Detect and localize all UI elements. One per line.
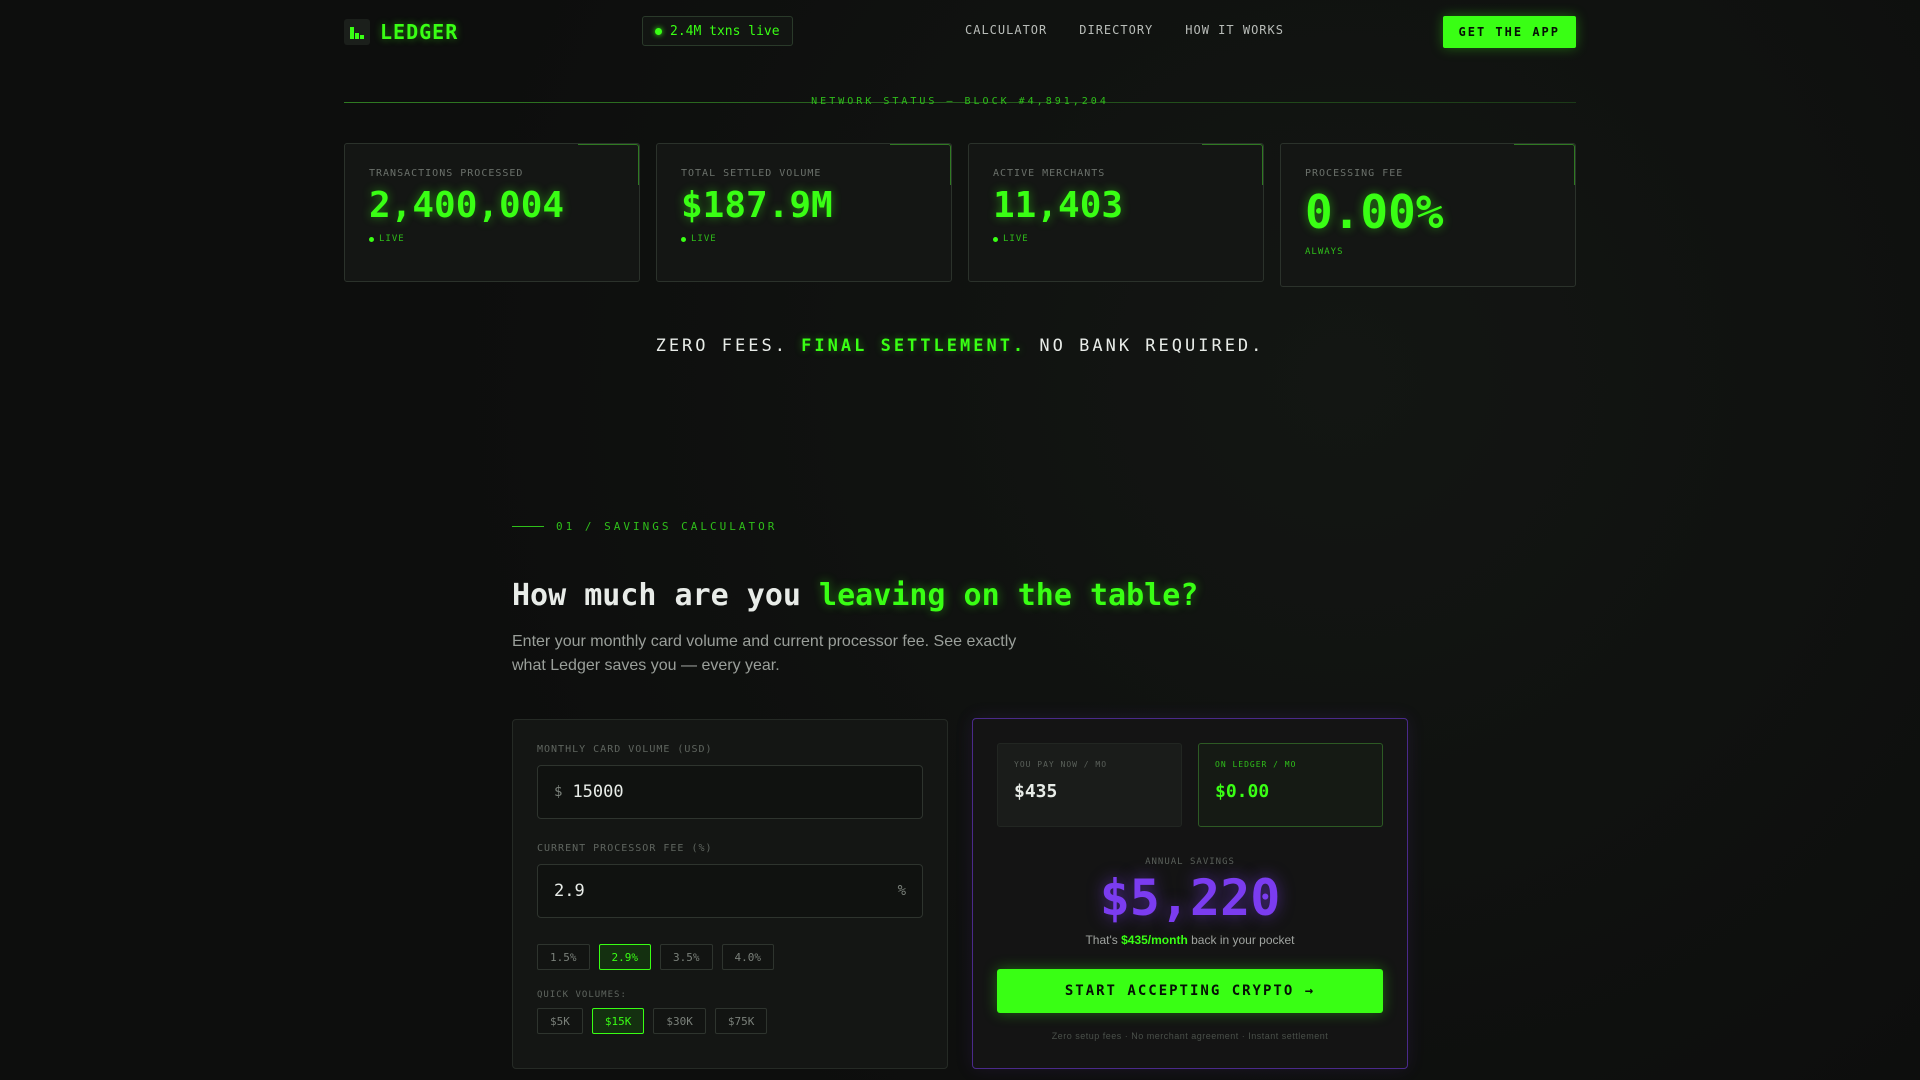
volume-chips: $5K $15K $30K $75K — [537, 1008, 923, 1034]
headline-part-1: How much are you — [512, 578, 820, 613]
stat-status-text: LIVE — [1003, 234, 1029, 244]
stat-status: LIVE — [681, 234, 927, 244]
stat-label: PROCESSING FEE — [1305, 168, 1404, 179]
fee-label: CURRENT PROCESSOR FEE (%) — [537, 843, 713, 854]
section-headline: How much are you leaving on the table? — [512, 578, 1198, 613]
stat-label: TRANSACTIONS PROCESSED — [369, 168, 524, 179]
live-dot-icon — [993, 236, 998, 242]
stats-row: TRANSACTIONS PROCESSED 2,400,004 LIVE TO… — [344, 143, 1576, 287]
results-footnote: Zero setup fees · No merchant agreement … — [1051, 1031, 1329, 1041]
section-eyebrow: 01 / SAVINGS CALCULATOR — [512, 520, 777, 533]
logo-icon — [344, 19, 370, 45]
volume-label: MONTHLY CARD VOLUME (USD) — [537, 744, 713, 755]
nav-link-directory[interactable]: DIRECTORY — [1079, 23, 1153, 37]
ledger-value: $0.00 — [1215, 781, 1270, 802]
stat-value: 11,403 — [993, 185, 1124, 226]
annual-savings-label: ANNUAL SAVINGS — [1145, 857, 1235, 867]
stat-status: ALWAYS — [1305, 247, 1551, 257]
stat-value: 0.00% — [1305, 185, 1444, 239]
annual-savings-value: $5,220 — [1099, 869, 1281, 927]
ledger-label: ON LEDGER / MO — [1215, 760, 1297, 769]
stat-label: ACTIVE MERCHANTS — [993, 168, 1106, 179]
fee-chips: 1.5% 2.9% 3.5% 4.0% — [537, 944, 923, 970]
note-highlight: $435/month — [1121, 933, 1188, 947]
tagline-highlight: FINAL SETTLEMENT. — [801, 336, 1027, 356]
pay-now-label: YOU PAY NOW / MO — [1014, 760, 1108, 769]
calculator-panel: MONTHLY CARD VOLUME (USD) $ 15000 CURREN… — [512, 719, 948, 1069]
volume-chip[interactable]: $75K — [714, 1008, 768, 1034]
results-panel: YOU PAY NOW / MO $435 ON LEDGER / MO $0.… — [972, 718, 1408, 1069]
monthly-comparison: YOU PAY NOW / MO $435 ON LEDGER / MO $0.… — [997, 743, 1383, 827]
ledger-box: ON LEDGER / MO $0.00 — [1198, 743, 1383, 827]
eyebrow-line — [512, 526, 544, 527]
stat-status-text: ALWAYS — [1305, 247, 1344, 257]
volume-chip[interactable]: $30K — [653, 1008, 706, 1034]
nav-link-how-it-works[interactable]: HOW IT WORKS — [1185, 23, 1284, 37]
live-pill-text: 2.4M txns live — [670, 23, 780, 39]
top-nav: LEDGER 2.4M txns live CALCULATOR DIRECTO… — [344, 14, 1576, 48]
quick-volumes-label: QUICK VOLUMES: — [537, 990, 627, 1000]
logo[interactable]: LEDGER — [344, 19, 458, 45]
stat-card-volume: TOTAL SETTLED VOLUME $187.9M LIVE — [656, 143, 952, 282]
nav-links: CALCULATOR DIRECTORY HOW IT WORKS — [965, 23, 1284, 37]
annual-note: That's $435/month back in your pocket — [997, 933, 1383, 947]
fee-chip[interactable]: 3.5% — [660, 944, 713, 970]
section-lede: Enter your monthly card volume and curre… — [512, 633, 1017, 674]
stat-value: $187.9M — [681, 185, 833, 226]
stat-card-transactions: TRANSACTIONS PROCESSED 2,400,004 LIVE — [344, 143, 640, 282]
fee-chip[interactable]: 1.5% — [537, 944, 590, 970]
percent-suffix: % — [897, 883, 906, 899]
volume-chip-selected[interactable]: $15K — [591, 1008, 645, 1034]
note-pre: That's — [1085, 933, 1122, 947]
nav-link-calculator[interactable]: CALCULATOR — [965, 23, 1047, 37]
live-status-pill: 2.4M txns live — [642, 16, 793, 46]
headline-highlight: leaving on the table? — [819, 578, 1199, 613]
dollar-prefix: $ — [554, 784, 563, 800]
stat-value: 2,400,004 — [369, 185, 565, 226]
live-dot-icon — [655, 27, 662, 35]
stat-label: TOTAL SETTLED VOLUME — [681, 168, 822, 179]
stat-status: LIVE — [369, 234, 615, 244]
eyebrow-text: 01 / SAVINGS CALCULATOR — [556, 520, 778, 533]
fee-chip[interactable]: 4.0% — [721, 944, 774, 970]
fee-value: 2.9 — [554, 881, 585, 901]
network-status: NETWORK STATUS — BLOCK #4,891,204 — [811, 96, 1109, 107]
pay-now-box: YOU PAY NOW / MO $435 — [997, 743, 1182, 827]
volume-input[interactable]: $ 15000 — [537, 765, 923, 819]
get-app-button[interactable]: GET THE APP — [1442, 16, 1576, 48]
fee-chip-selected[interactable]: 2.9% — [598, 944, 651, 970]
stat-card-fee: PROCESSING FEE 0.00% ALWAYS — [1280, 143, 1576, 287]
fee-input[interactable]: 2.9 % — [537, 864, 923, 918]
volume-value: 15000 — [572, 782, 624, 802]
tagline-part-2: NO BANK REQUIRED. — [1026, 336, 1265, 356]
start-accepting-crypto-button[interactable]: START ACCEPTING CRYPTO → — [997, 969, 1383, 1013]
stat-status-text: LIVE — [691, 234, 717, 244]
note-post: back in your pocket — [1187, 933, 1295, 947]
stat-card-merchants: ACTIVE MERCHANTS 11,403 LIVE — [968, 143, 1264, 282]
pay-now-value: $435 — [1014, 781, 1058, 802]
tagline-part-1: ZERO FEES. — [655, 336, 802, 356]
live-dot-icon — [681, 236, 686, 242]
stat-status-text: LIVE — [379, 234, 405, 244]
stat-status: LIVE — [993, 234, 1239, 244]
tagline: ZERO FEES. FINAL SETTLEMENT. NO BANK REQ… — [344, 336, 1576, 356]
logo-text: LEDGER — [380, 20, 459, 44]
volume-chip[interactable]: $5K — [537, 1008, 583, 1034]
live-dot-icon — [369, 236, 374, 242]
